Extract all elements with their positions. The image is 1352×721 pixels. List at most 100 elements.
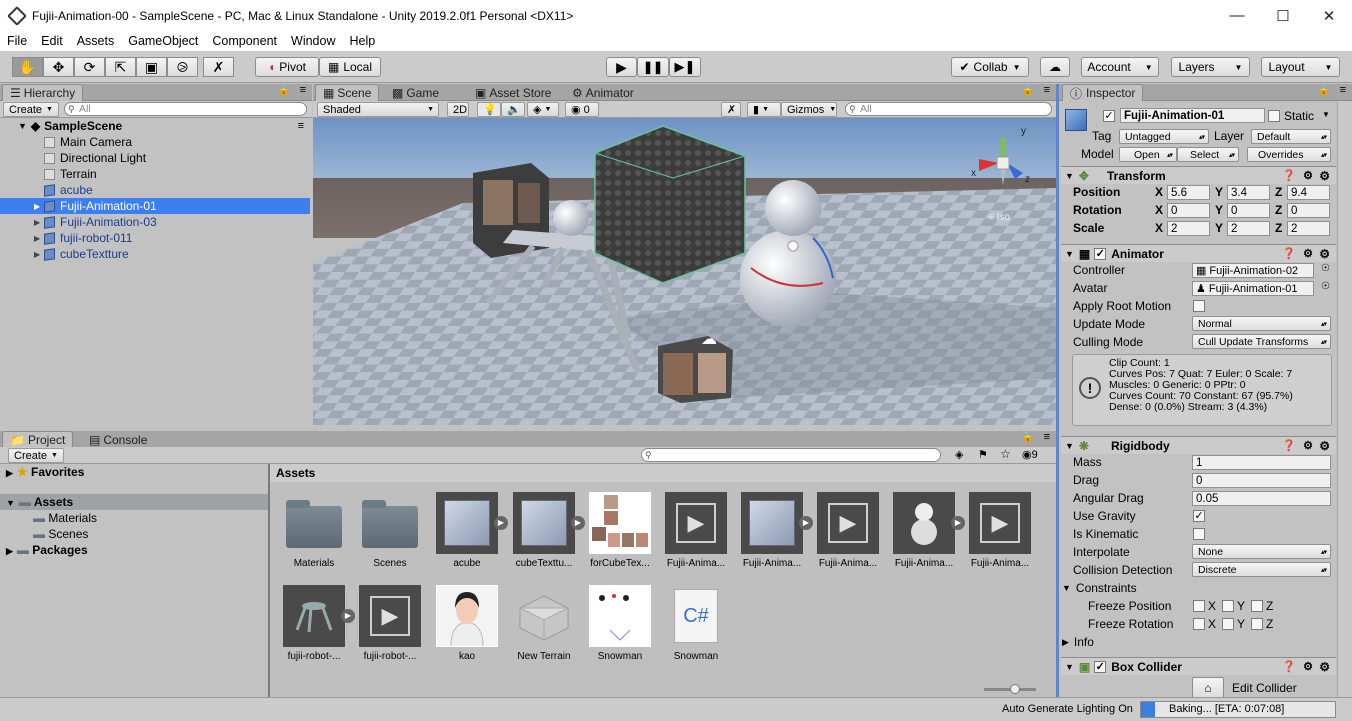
expand-prefab-icon[interactable]: ▶ — [341, 609, 355, 623]
expand-arrow-icon[interactable]: ▶ — [34, 250, 44, 259]
hierarchy-row[interactable]: ▶ fujii-robot-011 — [0, 230, 310, 246]
object-picker-icon[interactable]: ☉ — [1321, 263, 1330, 274]
hierarchy-row[interactable]: ▶ Fujii-Animation-03 — [0, 214, 310, 230]
tab-animator[interactable]: ⚙ Animator — [565, 84, 641, 101]
asset-item[interactable]: ▶ acube — [431, 492, 508, 569]
asset-item[interactable]: forCubeTex... — [584, 492, 656, 569]
lock-icon[interactable]: 🔒 — [1022, 85, 1034, 96]
angular-drag-input[interactable]: 0.05 — [1192, 491, 1331, 506]
culling-mode-dropdown[interactable]: Cull Update Transforms — [1192, 334, 1331, 349]
apply-root-motion-checkbox[interactable] — [1193, 300, 1205, 312]
constraints-row[interactable]: ▼ Constraints — [1062, 579, 1137, 597]
settings-gear-icon[interactable]: ⚙ — [1319, 169, 1330, 183]
hierarchy-row[interactable]: acube — [0, 182, 310, 198]
shading-dropdown[interactable]: Shaded ▼ — [317, 102, 439, 117]
edit-collider-button[interactable]: ⌂ — [1192, 677, 1224, 699]
assets-breadcrumb[interactable]: Assets — [270, 464, 1056, 482]
tree-favorites[interactable]: ▶ ★ Favorites — [6, 465, 84, 479]
menu-file[interactable]: File — [0, 34, 34, 48]
create-dropdown[interactable]: Create ▼ — [3, 102, 59, 117]
tab-asset-store[interactable]: ▣ Asset Store — [468, 84, 558, 101]
filter-type-icon[interactable]: ◈ — [955, 448, 963, 461]
step-button[interactable]: ▶❚ — [669, 57, 701, 77]
scene-search-input[interactable]: ⚲ All — [845, 102, 1052, 116]
hierarchy-row[interactable]: ▶ cubeTextture — [0, 246, 310, 262]
hierarchy-row[interactable]: Main Camera — [0, 134, 310, 150]
menu-edit[interactable]: Edit — [34, 34, 70, 48]
asset-item[interactable]: Snowman — [584, 585, 656, 662]
expand-arrow-icon[interactable]: ▶ — [34, 202, 44, 211]
is-kinematic-checkbox[interactable] — [1193, 528, 1205, 540]
account-dropdown[interactable]: Account ▼ — [1081, 57, 1159, 77]
scale-tool-icon[interactable]: ⇱ — [105, 57, 136, 77]
help-icon[interactable]: ❓ — [1282, 660, 1296, 673]
minimize-icon[interactable]: — — [1214, 0, 1260, 31]
zoom-slider-handle[interactable] — [1010, 684, 1020, 694]
local-toggle[interactable]: ▦ Local — [319, 57, 381, 77]
lock-icon[interactable]: 🔒 — [1318, 85, 1330, 96]
layers-dropdown[interactable]: Layers ▼ — [1171, 57, 1250, 77]
info-row[interactable]: ▶ Info — [1062, 633, 1094, 651]
close-icon[interactable]: ✕ — [1306, 0, 1352, 31]
asset-item[interactable]: New Terrain — [508, 585, 580, 662]
tab-scene[interactable]: ▦ Scene — [315, 84, 380, 101]
boxcollider-header[interactable]: ▼ ▣ ✓ Box Collider ❓ ⚙ ⚙ — [1061, 657, 1336, 675]
layer-dropdown[interactable]: Default — [1251, 129, 1331, 144]
rotation-x-input[interactable]: 0 — [1167, 203, 1210, 218]
tree-materials[interactable]: ▬ Materials — [33, 511, 97, 525]
favorite-star-icon[interactable]: ☆ — [1000, 447, 1011, 461]
hierarchy-row[interactable]: ▶ Fujii-Animation-01 — [0, 198, 310, 214]
position-z-input[interactable]: 9.4 — [1287, 185, 1330, 200]
freeze-position-y-checkbox[interactable] — [1222, 600, 1234, 612]
static-chevron-icon[interactable]: ▼ — [1322, 110, 1330, 119]
expand-arrow-icon[interactable]: ▶ — [34, 234, 44, 243]
settings-gear-icon[interactable]: ⚙ — [1319, 439, 1330, 453]
panel-menu-icon[interactable]: ≡ — [1044, 431, 1050, 443]
asset-item[interactable]: ▶ Fujii-Anima... — [736, 492, 813, 569]
project-search-input[interactable]: ⚲ — [641, 448, 941, 462]
settings-gear-icon[interactable]: ⚙ — [1319, 247, 1330, 261]
pivot-toggle[interactable]: ◖ Pivot — [255, 57, 319, 77]
asset-item[interactable]: ▶ Fujii-Anima... — [660, 492, 732, 569]
lock-icon[interactable]: 🔒 — [1022, 432, 1034, 443]
scene-row[interactable]: ▼ ◆ SampleScene ≡ — [0, 118, 310, 134]
move-tool-icon[interactable]: ✥ — [43, 57, 74, 77]
2d-toggle[interactable]: 2D — [447, 102, 469, 117]
freeze-position-z-checkbox[interactable] — [1251, 600, 1263, 612]
gizmos-dropdown[interactable]: Gizmos ▼ — [781, 102, 837, 117]
collision-detection-dropdown[interactable]: Discrete — [1192, 562, 1331, 577]
mass-input[interactable]: 1 — [1192, 455, 1331, 470]
open-button[interactable]: Open — [1119, 147, 1177, 162]
help-icon[interactable]: ❓ — [1282, 439, 1296, 452]
menu-assets[interactable]: Assets — [70, 34, 122, 48]
hierarchy-row[interactable]: Terrain — [0, 166, 310, 182]
static-checkbox[interactable] — [1268, 110, 1280, 122]
freeze-rotation-x-checkbox[interactable] — [1193, 618, 1205, 630]
tools-toggle[interactable]: ✗ — [721, 102, 741, 117]
layout-dropdown[interactable]: Layout ▼ — [1261, 57, 1340, 77]
rect-tool-icon[interactable]: ▣ — [136, 57, 167, 77]
help-icon[interactable]: ❓ — [1282, 247, 1296, 260]
tag-dropdown[interactable]: Untagged — [1119, 129, 1209, 144]
tab-project[interactable]: 📁 Project — [2, 431, 74, 448]
preset-icon[interactable]: ⚙ — [1303, 247, 1313, 260]
asset-item[interactable]: ▶ fujii-robot-... — [278, 585, 355, 662]
rotate-tool-icon[interactable]: ⟳ — [74, 57, 105, 77]
use-gravity-checkbox[interactable]: ✓ — [1193, 510, 1205, 522]
asset-item[interactable]: ▶ Fujii-Anima... — [812, 492, 884, 569]
expand-prefab-icon[interactable]: ▶ — [494, 516, 508, 530]
hidden-objects-toggle[interactable]: ◉ 0 — [565, 102, 599, 117]
hierarchy-search-input[interactable]: ⚲ All — [64, 102, 307, 116]
project-create-dropdown[interactable]: Create ▼ — [8, 448, 64, 463]
preset-icon[interactable]: ⚙ — [1303, 660, 1313, 673]
tab-hierarchy[interactable]: ☰ Hierarchy — [2, 84, 84, 101]
asset-item[interactable]: C# Snowman — [660, 585, 732, 662]
expand-prefab-icon[interactable]: ▶ — [571, 516, 585, 530]
play-button[interactable]: ▶ — [606, 57, 637, 77]
custom-tool-icon[interactable]: ✗ — [203, 57, 234, 77]
boxcollider-enabled-checkbox[interactable]: ✓ — [1094, 660, 1107, 673]
asset-item[interactable]: ▶ cubeTexttu... — [508, 492, 585, 569]
collab-dropdown[interactable]: ✔ Collab ▼ — [951, 57, 1029, 77]
expand-prefab-icon[interactable]: ▶ — [951, 516, 965, 530]
asset-item[interactable]: kao — [431, 585, 503, 662]
